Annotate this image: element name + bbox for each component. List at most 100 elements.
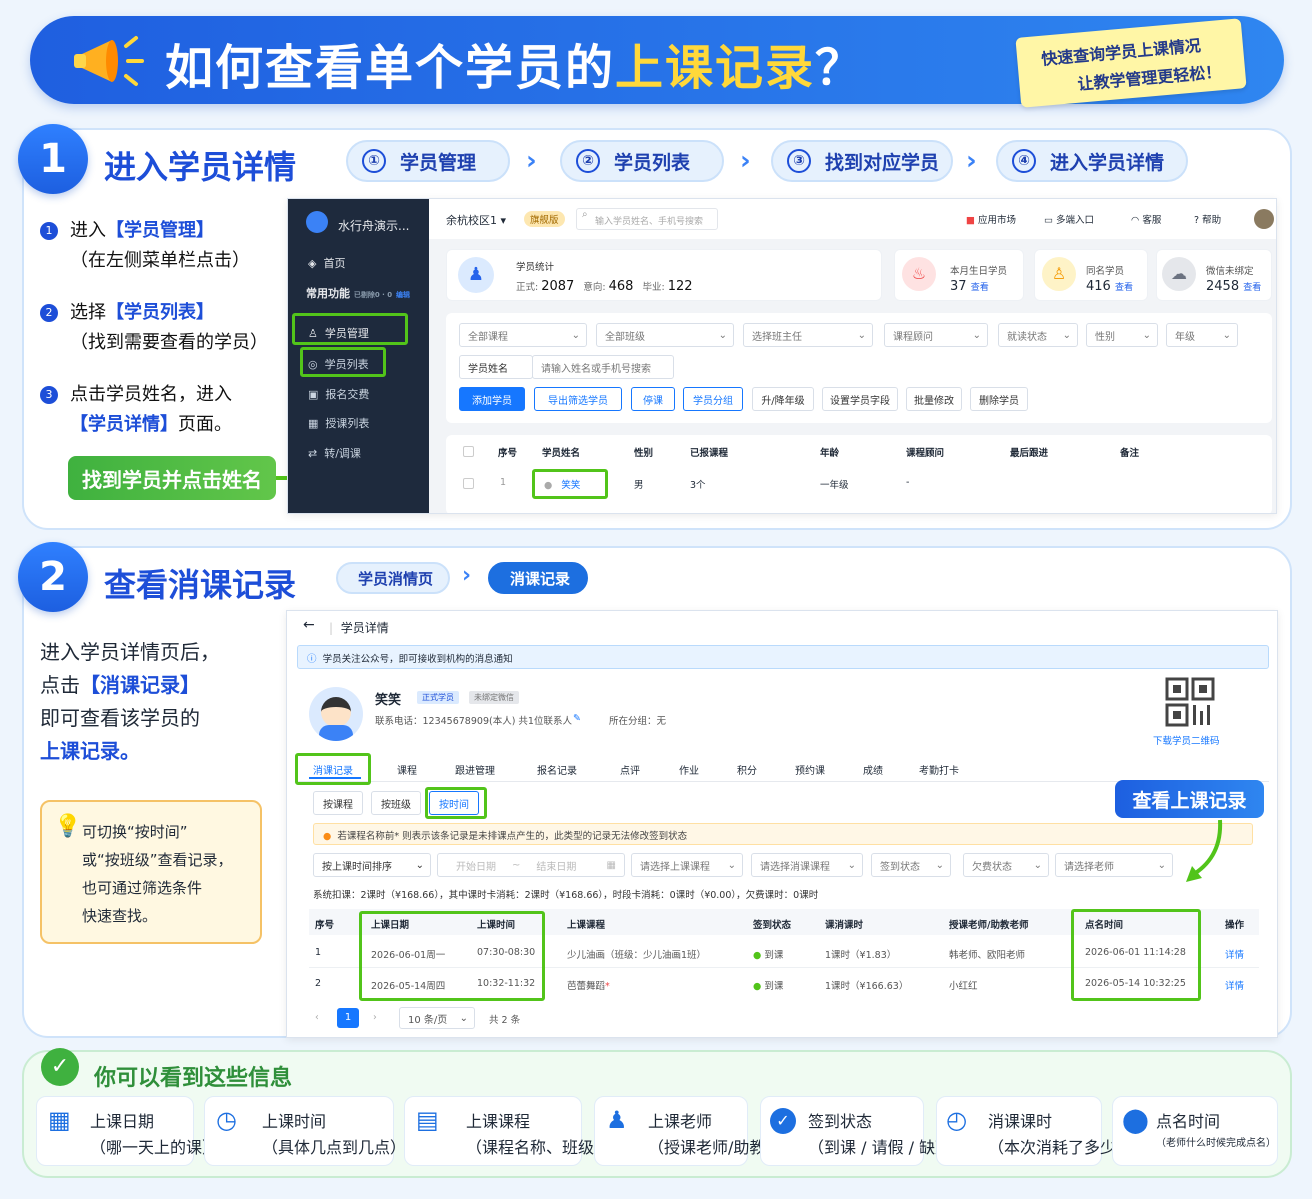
section-2-badge: 2 xyxy=(18,542,88,612)
check-circle-icon: ✓ xyxy=(770,1108,796,1134)
chip-find-student: ③ 找到对应学员 xyxy=(771,140,953,182)
highlight-roll-time-column xyxy=(1071,909,1201,1001)
tab-grades[interactable]: 成绩 xyxy=(863,762,883,777)
multi-entry-link[interactable]: ▭ 多端入口 xyxy=(1044,212,1094,226)
back-arrow-icon[interactable]: ← xyxy=(303,617,315,633)
export-button[interactable]: 导出筛选学员 xyxy=(534,387,622,411)
sidebar-item-enroll[interactable]: ▣ 报名交费 xyxy=(308,386,369,402)
col-advisor: 课程顾问 xyxy=(906,448,945,459)
service-link[interactable]: ◠ 客服 xyxy=(1131,212,1161,226)
sign-status-select[interactable]: 签到状态 ⌄ xyxy=(871,853,951,877)
help-link[interactable]: ? 帮助 xyxy=(1194,212,1221,226)
chevron-down-icon: ⌄ xyxy=(1033,859,1042,871)
record-detail-link[interactable]: 详情 xyxy=(1225,978,1244,992)
app-market-link[interactable]: ■ 应用市场 xyxy=(966,212,1016,226)
record-teacher: 小红红 xyxy=(949,981,978,992)
add-student-button[interactable]: 添加学员 xyxy=(459,387,525,411)
row-checkbox[interactable] xyxy=(463,478,474,489)
col-action: 操作 xyxy=(1225,920,1245,931)
avatar[interactable] xyxy=(1254,209,1274,229)
col-index: 序号 xyxy=(315,920,335,931)
col-course: 上课课程 xyxy=(567,920,606,931)
grid-icon: ■ xyxy=(966,215,975,226)
page-size-select[interactable]: 10 条/页 ⌄ xyxy=(399,1007,475,1029)
filter-advisor[interactable]: 课程顾问 ⌄ xyxy=(884,323,988,347)
by-course-button[interactable]: 按课程 xyxy=(313,791,363,815)
highlight-consumption-tab xyxy=(295,753,371,785)
consume-course-select[interactable]: 请选择消课课程 ⌄ xyxy=(751,853,863,877)
batch-edit-button[interactable]: 批量修改 xyxy=(906,387,962,411)
logo-icon xyxy=(306,211,328,233)
name-search-input[interactable]: 请输入姓名或手机号搜索 xyxy=(532,355,674,379)
highlight-by-time xyxy=(425,787,487,819)
tab-attendance[interactable]: 考勤打卡 xyxy=(919,762,959,777)
info-title: 上课课程 xyxy=(466,1112,531,1131)
graduate-count: 122 xyxy=(667,279,693,294)
section-2-title: 查看消课记录 xyxy=(104,566,297,604)
sidebar-item-transfer[interactable]: ⇄ 转/调课 xyxy=(308,445,361,461)
record-course: 少儿油画（班级：少儿油画1班） xyxy=(567,950,707,961)
chevron-down-icon: ⌄ xyxy=(571,329,580,341)
download-qr-link[interactable]: 下载学员二维码 xyxy=(1153,733,1220,747)
filter-course[interactable]: 全部课程 ⌄ xyxy=(459,323,587,347)
qr-code-icon[interactable] xyxy=(1165,677,1217,727)
info-icon: ⓘ xyxy=(307,654,317,665)
info-subtitle: （课程名称、班级） xyxy=(466,1138,611,1157)
filter-head-teacher[interactable]: 选择班主任 ⌄ xyxy=(743,323,873,347)
page-1-button[interactable]: 1 xyxy=(337,1008,359,1028)
sort-select[interactable]: 按上课时间排序 ⌄ xyxy=(313,853,431,877)
suspend-button[interactable]: 停课 xyxy=(631,387,675,411)
sidebar-item-lessons[interactable]: ▦ 授课列表 xyxy=(308,415,369,431)
org-name: 水行舟演示... xyxy=(338,219,410,233)
arrears-select[interactable]: 欠费状态 ⌄ xyxy=(963,853,1049,877)
warning-text: ● 若课程名称前* 则表示该条记录是未排课点产生的，此类型的记录无法修改签到状态 xyxy=(323,831,688,842)
record-hours: 1课时（¥166.63） xyxy=(825,981,909,992)
filter-gender[interactable]: 性别 ⌄ xyxy=(1086,323,1158,347)
edit-icon[interactable]: ✎ xyxy=(573,713,581,724)
view-link[interactable]: 查看 xyxy=(971,283,989,293)
view-link[interactable]: 查看 xyxy=(1115,283,1133,293)
group-button[interactable]: 学员分组 xyxy=(683,387,743,411)
next-page-icon[interactable]: › xyxy=(373,1012,377,1023)
select-all-checkbox[interactable] xyxy=(463,446,474,457)
location-pin-icon: ⬤ xyxy=(1122,1106,1149,1134)
grade-change-button[interactable]: 升/降年级 xyxy=(752,387,814,411)
contact-phone: 联系电话：12345678909(本人) 共1位联系人 xyxy=(375,716,572,727)
lesson-course-select[interactable]: 请选择上课课程 ⌄ xyxy=(631,853,743,877)
col-teacher: 授课老师/助教老师 xyxy=(949,920,1029,931)
clock-icon: ◷ xyxy=(216,1106,237,1134)
wechat-label: 微信未绑定 xyxy=(1206,266,1254,277)
tab-homework[interactable]: 作业 xyxy=(679,762,699,777)
search-input[interactable]: 输入学员姓名、手机号搜索 xyxy=(576,208,718,230)
page-title: 如何查看单个学员的上课记录？ xyxy=(165,40,866,96)
tab-enrollment[interactable]: 报名记录 xyxy=(537,762,577,777)
tab-followup[interactable]: 跟进管理 xyxy=(455,762,495,777)
col-sign-status: 签到状态 xyxy=(753,920,792,931)
chevron-down-icon: ⌄ xyxy=(1062,329,1071,341)
view-link[interactable]: 查看 xyxy=(1243,283,1261,293)
sidebar-item-home[interactable]: ◈ 首页 xyxy=(308,255,345,271)
filter-grade[interactable]: 年级 ⌄ xyxy=(1166,323,1238,347)
wechat-tag: 未绑定微信 xyxy=(469,691,519,704)
filter-status[interactable]: 就读状态 ⌄ xyxy=(998,323,1078,347)
set-fields-button[interactable]: 设置学员字段 xyxy=(822,387,898,411)
delete-button[interactable]: 删除学员 xyxy=(970,387,1028,411)
tab-points[interactable]: 积分 xyxy=(737,762,757,777)
date-range-picker[interactable]: 开始日期 ~ 结束日期 ▦ xyxy=(437,853,625,877)
calendar-icon: ▦ xyxy=(48,1106,71,1134)
campus-select[interactable]: 余杭校区1 ▾ xyxy=(446,212,506,228)
checkmark-icon: ✓ xyxy=(41,1048,79,1086)
record-detail-link[interactable]: 详情 xyxy=(1225,947,1244,961)
total-count: 共 2 条 xyxy=(489,1015,521,1026)
filter-class[interactable]: 全部班级 ⌄ xyxy=(596,323,734,347)
col-hours: 课消课时 xyxy=(825,920,864,931)
tab-courses[interactable]: 课程 xyxy=(397,762,417,777)
by-class-button[interactable]: 按班级 xyxy=(371,791,421,815)
teacher-select[interactable]: 请选择老师 ⌄ xyxy=(1055,853,1173,877)
col-followup: 最后跟进 xyxy=(1010,448,1049,459)
step-2: 2 选择【学员列表】 （找到需要查看的学员） xyxy=(40,298,268,358)
row-age: 一年级 xyxy=(820,480,849,491)
prev-page-icon[interactable]: ‹ xyxy=(315,1012,319,1023)
tab-booking[interactable]: 预约课 xyxy=(795,762,825,777)
tab-comments[interactable]: 点评 xyxy=(620,762,640,777)
